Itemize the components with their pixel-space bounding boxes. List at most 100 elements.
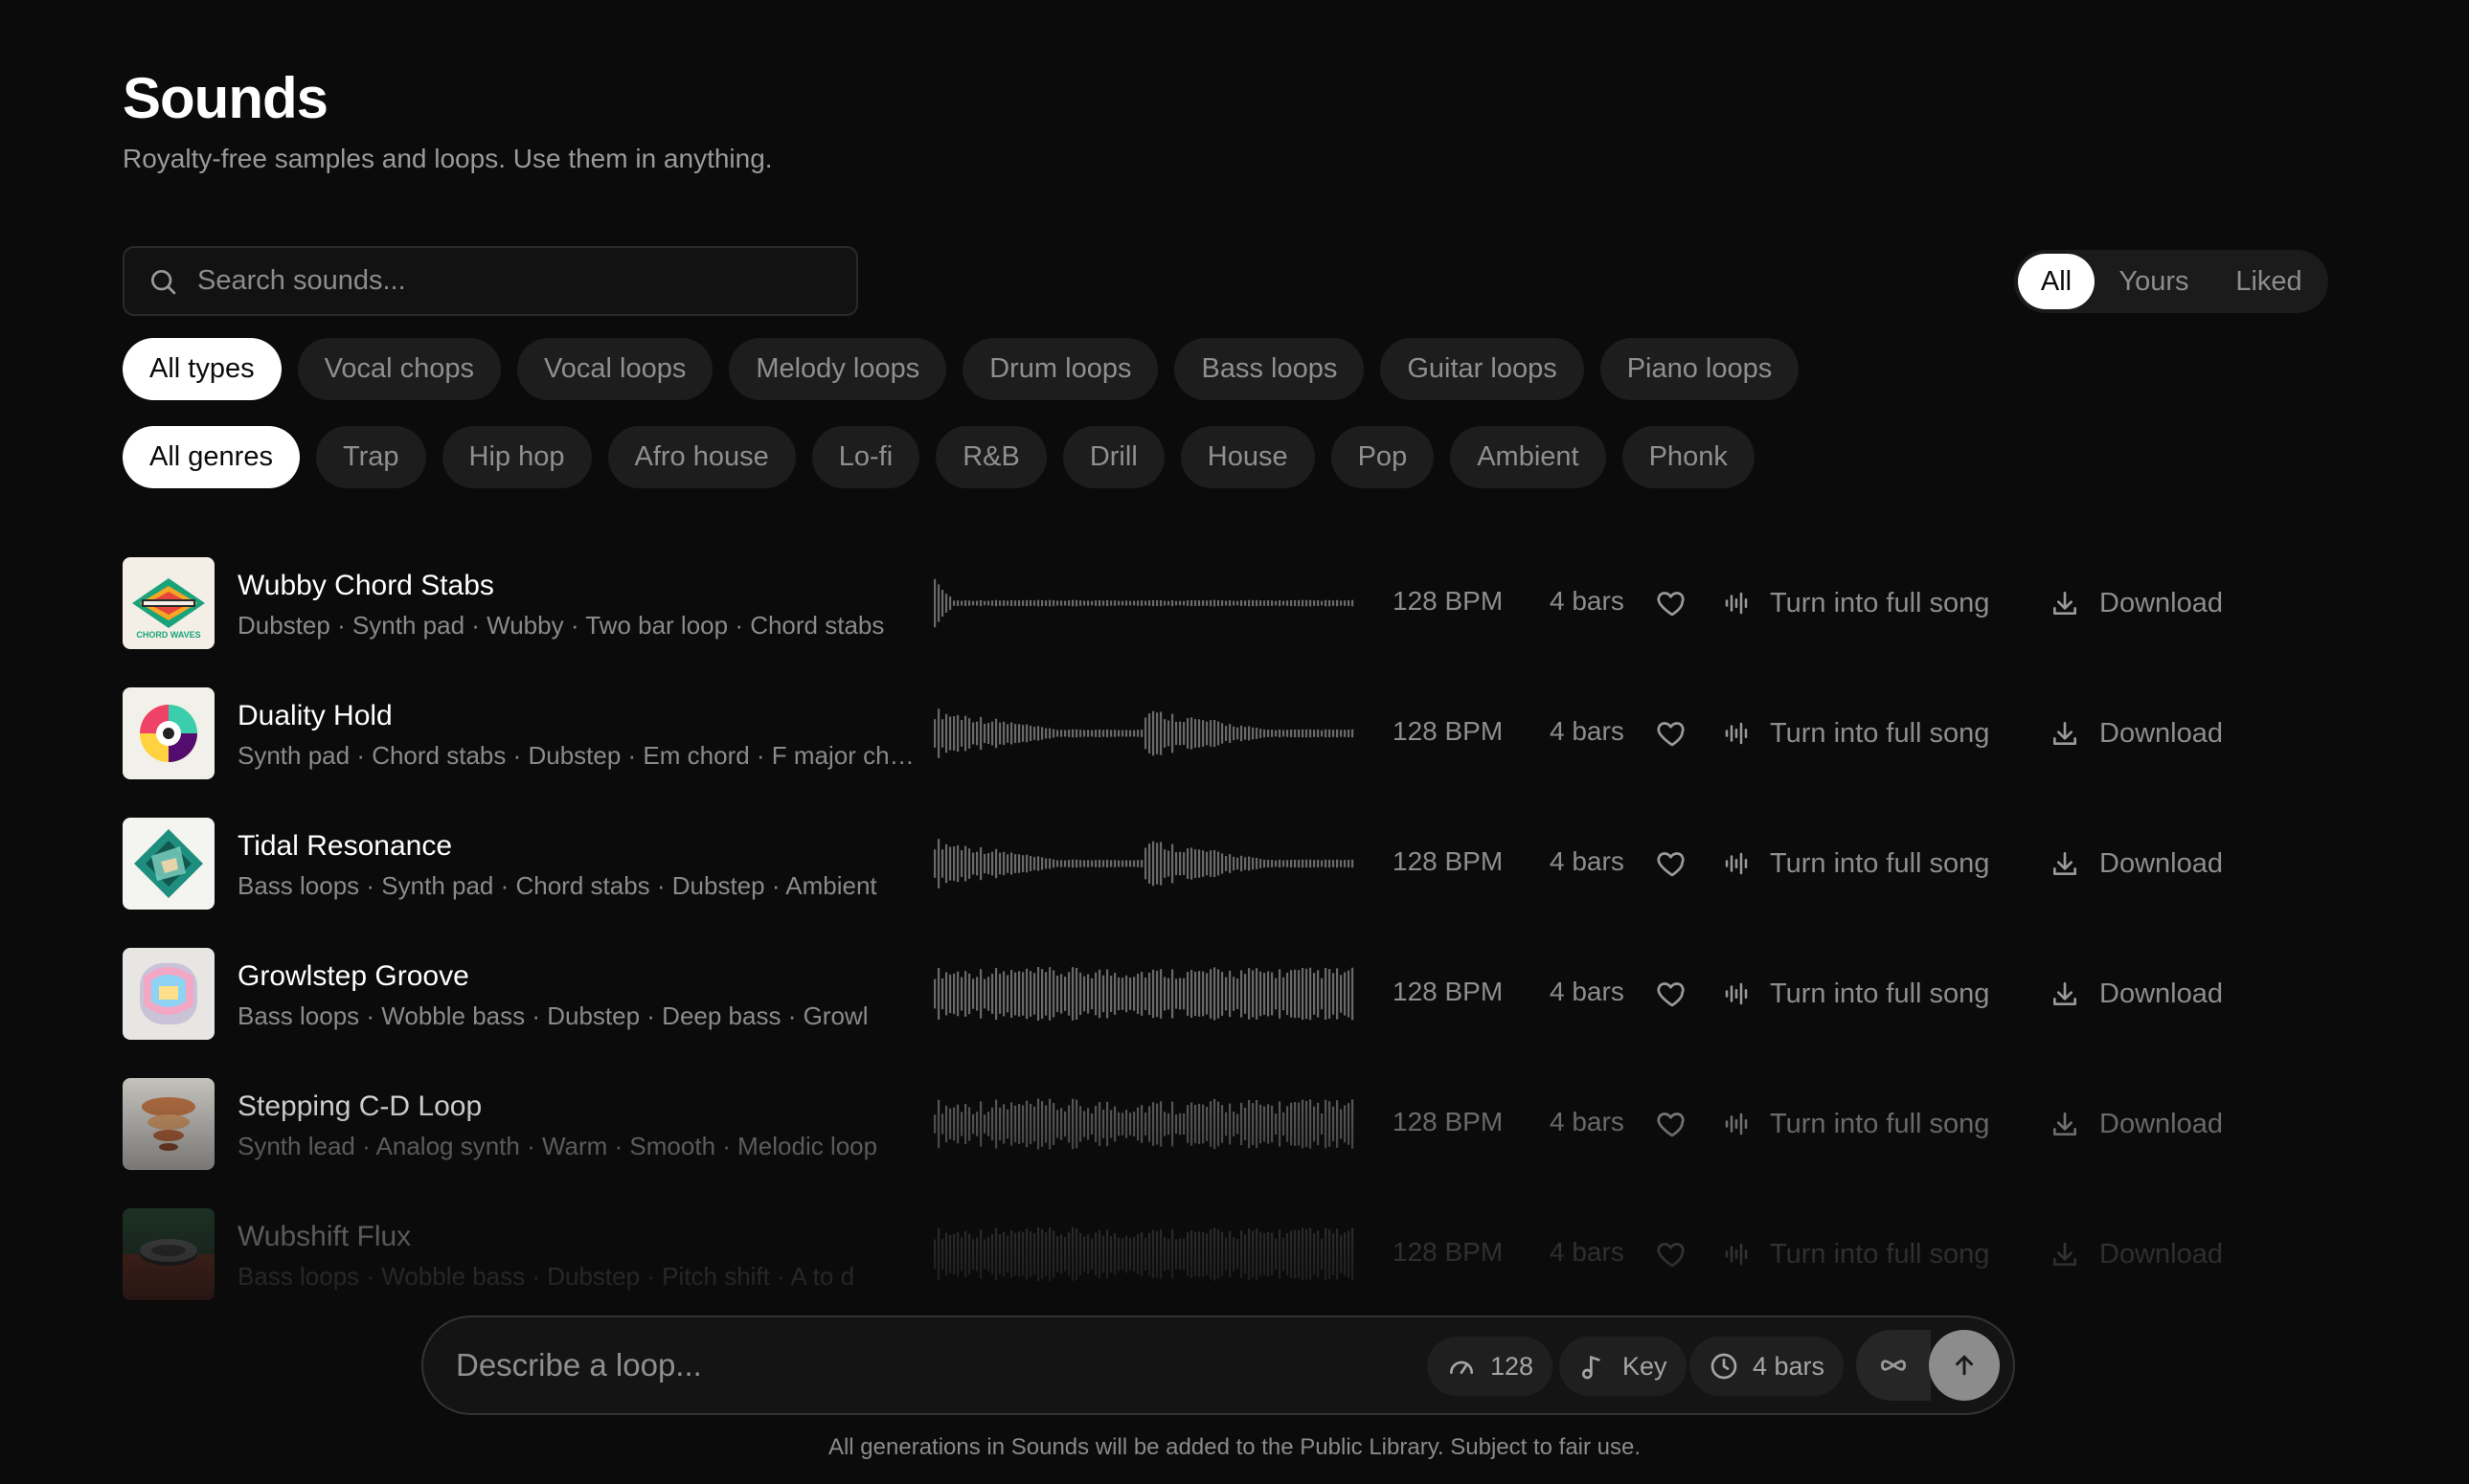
waveform-sparkle-icon	[1725, 1113, 1748, 1135]
like-heart-icon[interactable]	[1655, 846, 1689, 881]
waveform-bar	[1259, 1231, 1262, 1277]
waveform-bar	[1236, 857, 1239, 870]
genre-chip-lo-fi[interactable]: Lo-fi	[811, 426, 920, 488]
genre-chip-drill[interactable]: Drill	[1062, 426, 1165, 488]
turn-into-full-song-button[interactable]: Turn into full song	[1722, 1229, 1989, 1279]
sound-row[interactable]: Growlstep Groove Bass loops · Wobble bas…	[123, 948, 2325, 1040]
tab-yours[interactable]: Yours	[2095, 254, 2213, 309]
turn-into-full-song-button[interactable]: Turn into full song	[1722, 578, 1989, 628]
waveform-bar	[984, 853, 986, 874]
type-chip-drum-loops[interactable]: Drum loops	[963, 338, 1159, 400]
waveform-bar	[934, 1114, 937, 1134]
waveform-bar	[1171, 713, 1174, 753]
key-selector[interactable]: Key	[1559, 1337, 1687, 1396]
download-button[interactable]: Download	[2050, 708, 2223, 758]
search-icon	[151, 269, 176, 294]
sound-name[interactable]: Duality Hold	[238, 700, 393, 732]
waveform[interactable]	[934, 1097, 1355, 1151]
like-heart-icon[interactable]	[1655, 586, 1689, 620]
waveform[interactable]	[934, 967, 1355, 1021]
waveform-bar	[1160, 599, 1163, 607]
waveform-bar	[1064, 600, 1067, 606]
download-button[interactable]: Download	[2050, 969, 2223, 1019]
turn-into-full-song-button[interactable]: Turn into full song	[1722, 839, 1989, 888]
sound-row[interactable]: Wubshift Flux Bass loops · Wobble bass ·…	[123, 1208, 2325, 1300]
waveform-bar	[1018, 724, 1021, 743]
waveform[interactable]	[934, 837, 1355, 890]
sound-name[interactable]: Wubby Chord Stabs	[238, 570, 494, 602]
genre-chip-afro-house[interactable]: Afro house	[607, 426, 796, 488]
waveform-bar	[1160, 969, 1163, 1019]
waveform-bar	[1256, 968, 1258, 1020]
tab-all[interactable]: All	[2018, 254, 2095, 309]
genre-chip-rnb[interactable]: R&B	[936, 426, 1047, 488]
turn-into-full-song-button[interactable]: Turn into full song	[1722, 969, 1989, 1019]
download-button[interactable]: Download	[2050, 839, 2223, 888]
genre-chip-ambient[interactable]: Ambient	[1450, 426, 1606, 488]
type-chip-vocal-loops[interactable]: Vocal loops	[517, 338, 714, 400]
type-chip-guitar-loops[interactable]: Guitar loops	[1380, 338, 1584, 400]
waveform[interactable]	[934, 1227, 1355, 1281]
genre-chip-house[interactable]: House	[1180, 426, 1315, 488]
sound-name[interactable]: Tidal Resonance	[238, 830, 452, 863]
sound-row[interactable]: Tidal Resonance Bass loops · Synth pad ·…	[123, 818, 2325, 910]
waveform-bar	[1026, 854, 1029, 873]
type-chip-all-types[interactable]: All types	[123, 338, 282, 400]
waveform-bar	[1336, 729, 1339, 738]
download-button[interactable]: Download	[2050, 1229, 2223, 1279]
like-heart-icon[interactable]	[1655, 977, 1689, 1011]
waveform-bar	[1275, 860, 1278, 867]
waveform-bar	[1033, 1233, 1036, 1275]
waveform-bar	[1102, 1235, 1105, 1273]
waveform-bar	[1045, 600, 1048, 606]
genre-chip-phonk[interactable]: Phonk	[1621, 426, 1755, 488]
waveform[interactable]	[934, 707, 1355, 760]
bars-selector[interactable]: 4 bars	[1689, 1337, 1845, 1396]
sound-name[interactable]: Growlstep Groove	[238, 960, 469, 993]
turn-into-full-song-button[interactable]: Turn into full song	[1722, 708, 1989, 758]
waveform-bar	[1202, 1104, 1205, 1144]
waveform-bar	[949, 974, 952, 1014]
waveform-bar	[1003, 600, 1006, 606]
tab-liked[interactable]: Liked	[2213, 254, 2324, 309]
waveform-bar	[1267, 1104, 1270, 1144]
loop-toggle-button[interactable]	[1856, 1330, 1931, 1401]
like-heart-icon[interactable]	[1655, 716, 1689, 751]
sound-name[interactable]: Stepping C-D Loop	[238, 1091, 482, 1123]
type-chip-melody-loops[interactable]: Melody loops	[729, 338, 947, 400]
describe-loop-input[interactable]	[456, 1335, 1414, 1396]
like-heart-icon[interactable]	[1655, 1237, 1689, 1271]
download-button[interactable]: Download	[2050, 578, 2223, 628]
waveform-bar	[957, 844, 960, 883]
waveform-bar	[1221, 972, 1224, 1016]
bpm-selector[interactable]: 128	[1427, 1337, 1553, 1396]
waveform-bar	[999, 974, 1002, 1014]
type-chip-bass-loops[interactable]: Bass loops	[1174, 338, 1365, 400]
waveform[interactable]	[934, 576, 1355, 630]
waveform-bar	[1313, 860, 1316, 867]
download-button[interactable]: Download	[2050, 1099, 2223, 1149]
turn-into-full-song-button[interactable]: Turn into full song	[1722, 1099, 1989, 1149]
waveform-bar	[1344, 1105, 1347, 1143]
type-chip-piano-loops[interactable]: Piano loops	[1599, 338, 1800, 400]
like-heart-icon[interactable]	[1655, 1107, 1689, 1141]
sound-row[interactable]: CHORD WAVES Wubby Chord Stabs Dubstep · …	[123, 557, 2325, 649]
waveform-bar	[1125, 600, 1128, 606]
waveform-bar	[1217, 599, 1220, 607]
waveform-bar	[1321, 600, 1324, 606]
sound-name[interactable]: Wubshift Flux	[238, 1221, 411, 1253]
genre-chip-hip-hop[interactable]: Hip hop	[442, 426, 592, 488]
waveform-bar	[1106, 599, 1109, 607]
genre-chip-trap[interactable]: Trap	[315, 426, 426, 488]
sound-row[interactable]: Stepping C-D Loop Synth lead · Analog sy…	[123, 1078, 2325, 1170]
waveform-bar	[1252, 599, 1255, 607]
send-button[interactable]	[1929, 1330, 2000, 1401]
search-input[interactable]	[197, 252, 856, 310]
sound-row[interactable]: Duality Hold Synth pad · Chord stabs · D…	[123, 687, 2325, 779]
genre-chip-pop[interactable]: Pop	[1330, 426, 1435, 488]
waveform-bar	[1298, 729, 1301, 737]
search-box[interactable]	[123, 246, 858, 316]
scope-tabs: All Yours Liked	[2014, 250, 2328, 313]
type-chip-vocal-chops[interactable]: Vocal chops	[297, 338, 501, 400]
genre-chip-all-genres[interactable]: All genres	[123, 426, 300, 488]
